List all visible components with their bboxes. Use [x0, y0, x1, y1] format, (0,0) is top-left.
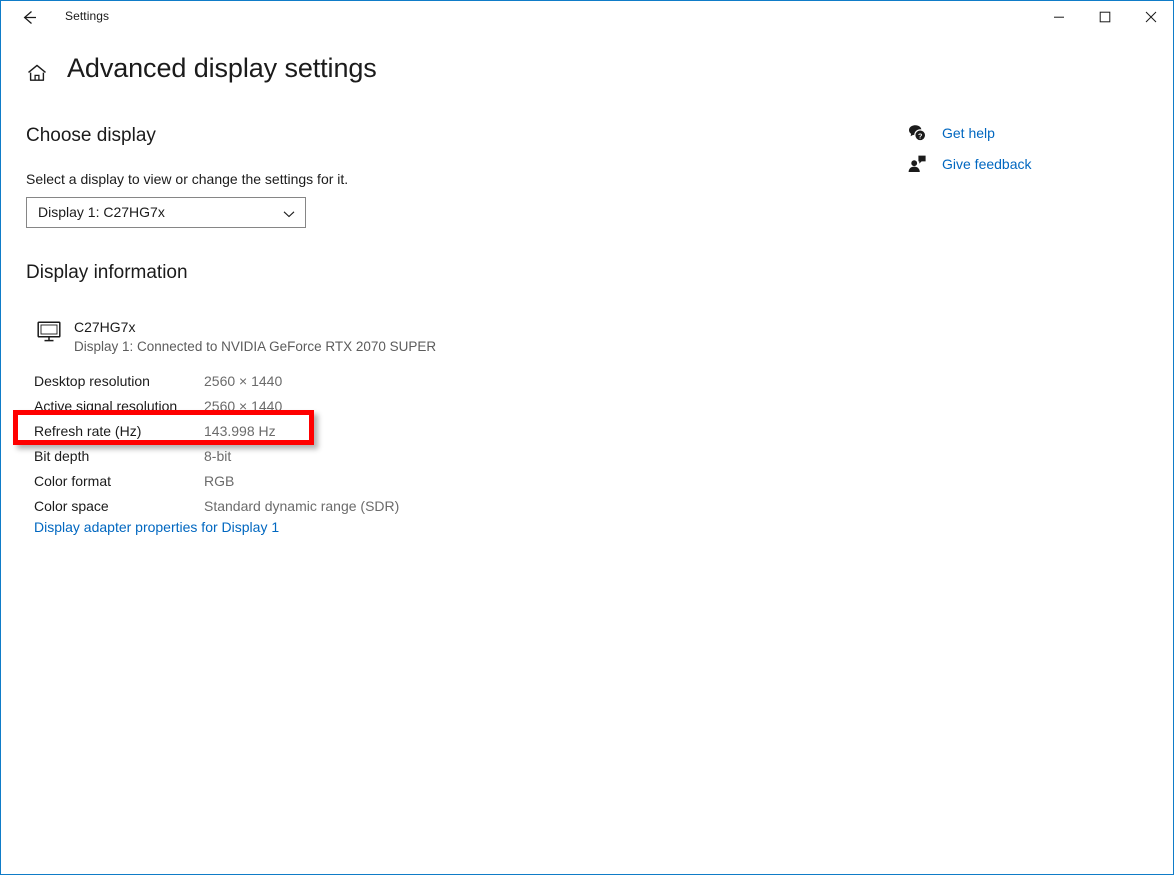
- arrow-left-icon: [19, 7, 40, 28]
- maximize-button[interactable]: [1082, 1, 1128, 32]
- get-help-label: Get help: [942, 124, 995, 141]
- minimize-button[interactable]: [1036, 1, 1082, 32]
- close-button[interactable]: [1128, 1, 1173, 32]
- monitor-name: C27HG7x: [74, 319, 136, 335]
- home-button[interactable]: [23, 61, 51, 89]
- info-label: Color format: [34, 473, 112, 489]
- info-value: 8-bit: [204, 448, 232, 464]
- info-value: 143.998 Hz: [204, 423, 276, 439]
- monitor-icon: [37, 321, 63, 343]
- info-value: 2560 × 1440: [204, 398, 283, 414]
- page-title: Advanced display settings: [67, 53, 377, 83]
- table-row: Color format RGB: [34, 469, 554, 494]
- info-value: RGB: [204, 473, 235, 489]
- display-select-dropdown[interactable]: Display 1: C27HG7x: [26, 197, 306, 228]
- display-info-table: Desktop resolution 2560 × 1440 Active si…: [34, 369, 554, 519]
- section-heading-display-information: Display information: [26, 262, 188, 283]
- chevron-down-icon: [282, 207, 296, 221]
- info-label: Color space: [34, 498, 109, 514]
- feedback-person-icon: [906, 153, 928, 175]
- info-label: Refresh rate (Hz): [34, 423, 142, 439]
- settings-window: Settings Advanced display settings Choos…: [0, 0, 1174, 875]
- close-icon: [1145, 11, 1157, 23]
- info-value: Standard dynamic range (SDR): [204, 498, 400, 514]
- info-value: 2560 × 1440: [204, 373, 283, 389]
- table-row: Active signal resolution 2560 × 1440: [34, 394, 554, 419]
- minimize-icon: [1053, 11, 1065, 23]
- back-button[interactable]: [9, 3, 49, 31]
- help-question-bubble-icon: ?: [906, 122, 928, 144]
- maximize-icon: [1099, 11, 1111, 23]
- home-icon: [26, 62, 48, 89]
- title-bar: Settings: [1, 1, 1173, 33]
- give-feedback-link[interactable]: Give feedback: [906, 148, 1136, 179]
- info-label: Bit depth: [34, 448, 90, 464]
- app-title: Settings: [65, 9, 110, 23]
- info-label: Active signal resolution: [34, 398, 178, 414]
- display-select-value: Display 1: C27HG7x: [38, 204, 165, 220]
- table-row: Bit depth 8-bit: [34, 444, 554, 469]
- get-help-link[interactable]: ? Get help: [906, 117, 1136, 148]
- choose-display-description: Select a display to view or change the s…: [26, 171, 349, 187]
- table-row: Desktop resolution 2560 × 1440: [34, 369, 554, 394]
- help-rail: ? Get help Give feedback: [906, 117, 1136, 179]
- table-row: Color space Standard dynamic range (SDR): [34, 494, 554, 519]
- section-heading-choose-display: Choose display: [26, 125, 156, 146]
- table-row-refresh-rate: Refresh rate (Hz) 143.998 Hz: [34, 419, 554, 444]
- monitor-connection-text: Display 1: Connected to NVIDIA GeForce R…: [74, 339, 437, 354]
- give-feedback-label: Give feedback: [942, 155, 1032, 172]
- page-header: Advanced display settings: [1, 53, 1173, 97]
- display-adapter-properties-link[interactable]: Display adapter properties for Display 1: [34, 519, 279, 535]
- info-label: Desktop resolution: [34, 373, 150, 389]
- svg-text:?: ?: [918, 131, 922, 140]
